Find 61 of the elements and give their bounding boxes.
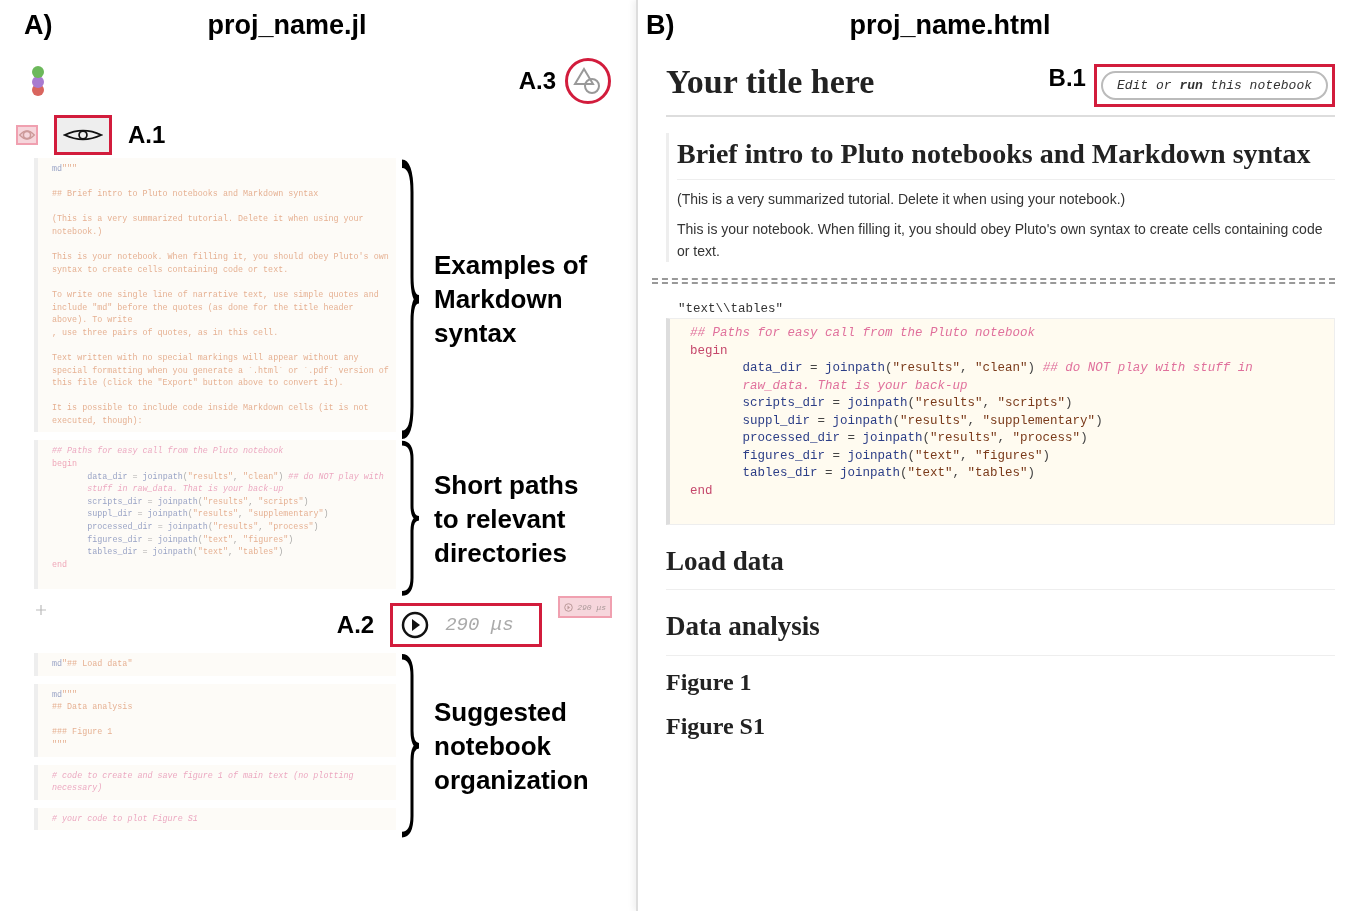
edit-notebook-button[interactable]: Edit or run this notebook	[1100, 71, 1328, 100]
code-line: ## Paths for easy call from the Pluto notebook	[52, 445, 285, 459]
shapes-icon[interactable]	[564, 57, 612, 105]
section-heading: Data analysis	[666, 606, 1335, 656]
code-line: ## Brief intro to Pluto notebooks and Markdown syntax	[52, 188, 320, 201]
code-line: end	[690, 482, 714, 500]
code-line: To write one single line of narrative text, use simple quotes and include "md" before the quotes (as done for the title header above). To write	[52, 288, 380, 327]
code-line: begin	[52, 458, 79, 471]
subsection-heading: Figure 1	[666, 667, 753, 697]
code-line: ## Data analysis	[52, 701, 134, 714]
cell-output: "text\\tables"	[677, 301, 785, 318]
code-line: processed_dir = joinpath("results", "process")	[741, 430, 1089, 447]
code-line: figures_dir = joinpath("text", "figures")	[86, 533, 295, 547]
code-line: suppl_dir = joinpath("results", "supplementary")	[741, 412, 1104, 430]
panel-letter: A)	[24, 9, 53, 41]
play-icon	[401, 611, 430, 639]
callout-label: A.3	[518, 67, 556, 95]
code-line: processed_dir = joinpath("results", "process")	[86, 521, 320, 534]
code-line: md"## Load data"	[52, 658, 134, 671]
pluto-logo-icon	[30, 64, 46, 98]
annotation-label: Suggested notebook organization	[434, 695, 590, 797]
paragraph: This is your notebook. When filling it, you should obey Pluto's own syntax to create cells containing code or text.	[677, 220, 1324, 261]
timing-callout: 290 μs	[390, 603, 543, 647]
annotation-label: Short paths to relevant directories	[434, 468, 580, 570]
code-line: figures_dir = joinpath("text", "figures")	[741, 447, 1052, 465]
code-line: , use three pairs of quotes, as in this cell.	[52, 326, 280, 340]
code-line: md"""	[52, 688, 79, 702]
code-line: tables_dir = joinpath("text", "tables")	[86, 546, 285, 559]
paragraph: (This is a very summarized tutorial. Delete it when using your notebook.)	[677, 190, 1127, 209]
page-title: Your title here	[666, 62, 875, 102]
code-line: ## Paths for easy call from the Pluto notebook	[690, 325, 1037, 342]
code-line: scripts_dir = joinpath("results", "scripts")	[741, 395, 1074, 412]
callout-label: A.1	[128, 121, 166, 149]
code-line: # code to create and save figure 1 of main text (no plotting necessary)	[52, 769, 355, 795]
eye-icon[interactable]	[54, 115, 112, 155]
annotation-label: Examples of Markdown syntax	[434, 249, 589, 351]
subsection-heading: Figure S1	[666, 711, 766, 741]
code-line: suppl_dir = joinpath("results", "supplementary")	[86, 508, 330, 522]
code-line: (This is a very summarized tutorial. Delete it when using your notebook.)	[52, 213, 365, 239]
file-title: proj_name.jl	[207, 9, 367, 41]
code-line: # your code to plot Figure S1	[52, 812, 199, 826]
file-title: proj_name.html	[849, 9, 1051, 41]
callout-label: B.1	[1048, 64, 1086, 92]
code-line: It is possible to include code inside Markdown cells (it is not executed, though):	[52, 402, 370, 428]
code-line: ### Figure 1	[52, 726, 114, 739]
code-line: This is your notebook. When filling it, you should obey Pluto's own syntax to create cells containing code or text.	[52, 251, 390, 277]
code-line: begin	[690, 342, 729, 360]
code-line: """	[52, 738, 69, 752]
section-heading: Brief intro to Pluto notebooks and Markdown syntax	[677, 133, 1335, 180]
play-icon	[564, 602, 574, 612]
panel-letter: B)	[646, 9, 675, 41]
timing-badge: 290 μs	[558, 596, 612, 618]
code-line: data_dir = joinpath("results", "clean") ## do NOT play with stuff in raw_data. That is your back-up	[86, 470, 385, 496]
code-line: tables_dir = joinpath("text", "tables")	[741, 465, 1037, 482]
code-line: Text written with no special markings will appear without any special formatting when you generate a `.html` or `.pdf` version of this file (click the "Export" button above to convert it).	[52, 351, 390, 390]
callout-label: A.2	[336, 611, 375, 639]
code-line: md"""	[52, 163, 79, 176]
code-line: data_dir = joinpath("results", "clean") ## do NOT play with stuff in raw_data. That is your back-up	[741, 360, 1254, 395]
code-line: scripts_dir = joinpath("results", "scripts")	[86, 495, 310, 509]
section-heading: Load data	[666, 540, 1335, 590]
code-line: end	[52, 558, 69, 572]
